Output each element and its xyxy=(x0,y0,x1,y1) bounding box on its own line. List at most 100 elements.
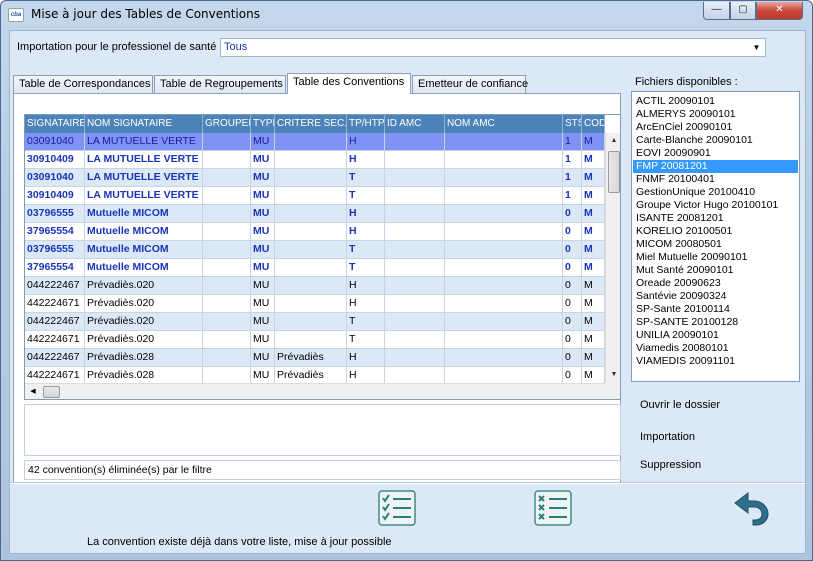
scroll-up-icon[interactable]: ▲ xyxy=(606,133,620,149)
tab-correspondances[interactable]: Table de Correspondances xyxy=(13,75,153,93)
cell-groupement xyxy=(203,277,251,295)
table-row[interactable]: 442224671 Prévadiès.020 MU T 0 M xyxy=(25,331,605,349)
list-item[interactable]: SP-Sante 20100114 xyxy=(633,303,798,316)
table-row[interactable]: 03091040 LA MUTUELLE VERTE MU T 1 M xyxy=(25,169,605,187)
files-label: Fichiers disponibles : xyxy=(635,76,738,88)
cell-sts: 1 xyxy=(563,187,582,205)
table-row[interactable]: 03091040 LA MUTUELLE VERTE MU H 1 M xyxy=(25,133,605,151)
column-header-signataire[interactable]: SIGNATAIRE xyxy=(25,115,85,133)
files-list[interactable]: ACTIL 20090101 ALMERYS 20090101 ArcEnCiel … xyxy=(631,91,800,382)
cell-type: MU xyxy=(251,187,275,205)
details-memo[interactable] xyxy=(24,404,621,456)
validate-button[interactable] xyxy=(377,489,417,527)
cell-critere xyxy=(275,187,347,205)
cell-sts: 1 xyxy=(563,133,582,151)
list-item[interactable]: FMP 20081201 xyxy=(633,160,798,173)
reject-button[interactable] xyxy=(533,489,573,527)
table-row[interactable]: 30910409 LA MUTUELLE VERTE MU H 1 M xyxy=(25,151,605,169)
table-row[interactable]: 30910409 LA MUTUELLE VERTE MU T 1 M xyxy=(25,187,605,205)
filter-status: 42 convention(s) éliminée(s) par le filt… xyxy=(24,460,621,480)
cell-code: M xyxy=(582,133,605,151)
table-row[interactable]: 37965554 Mutuelle MICOM MU H 0 M xyxy=(25,223,605,241)
list-item[interactable]: Miel Mutuelle 20090101 xyxy=(633,251,798,264)
scroll-down-icon[interactable]: ▼ xyxy=(606,367,620,383)
return-button[interactable] xyxy=(732,489,772,527)
scroll-left-icon[interactable]: ◀ xyxy=(25,384,41,399)
list-item[interactable]: GestionUnique 20100410 xyxy=(633,186,798,199)
list-item[interactable]: Santévie 20090324 xyxy=(633,290,798,303)
list-item[interactable]: Viamedis 20080101 xyxy=(633,342,798,355)
table-row[interactable]: 442224671 Prévadiès.020 MU H 0 M xyxy=(25,295,605,313)
list-item[interactable]: ALMERYS 20090101 xyxy=(633,108,798,121)
cell-nom-signataire: Prévadiès.028 xyxy=(85,349,203,367)
minimize-button[interactable]: — xyxy=(703,2,730,20)
column-header-nom-signataire[interactable]: NOM SIGNATAIRE xyxy=(85,115,203,133)
maximize-button[interactable]: ▢ xyxy=(730,2,756,20)
list-item[interactable]: MICOM 20080501 xyxy=(633,238,798,251)
list-item[interactable]: KORELIO 20100501 xyxy=(633,225,798,238)
cell-tp-htp: H xyxy=(347,277,385,295)
list-item[interactable]: SP-SANTE 20100128 xyxy=(633,316,798,329)
cell-nom-amc xyxy=(445,241,563,259)
cell-groupement xyxy=(203,331,251,349)
column-header-nom-amc[interactable]: NOM AMC xyxy=(445,115,563,133)
table-row[interactable]: 37965554 Mutuelle MICOM MU T 0 M xyxy=(25,259,605,277)
chevron-down-icon[interactable]: ▼ xyxy=(749,40,764,55)
delete-button[interactable]: Suppression xyxy=(640,459,701,471)
cell-id-amc xyxy=(385,133,445,151)
horizontal-scrollbar[interactable]: ◀ xyxy=(25,383,605,399)
close-button[interactable]: ✕ xyxy=(756,2,803,20)
column-header-type[interactable]: TYPE xyxy=(251,115,275,133)
column-header-sts[interactable]: STS xyxy=(563,115,582,133)
window-title: Mise à jour des Tables de Conventions xyxy=(31,7,260,21)
column-header-critere[interactable]: CRITERE SEC. xyxy=(275,115,347,133)
cell-signataire: 442224671 xyxy=(25,331,85,349)
cell-sts: 0 xyxy=(563,295,582,313)
column-header-code[interactable]: CODE xyxy=(582,115,605,133)
cell-code: M xyxy=(582,331,605,349)
cell-type: MU xyxy=(251,169,275,187)
professional-select[interactable]: Tous ▼ xyxy=(220,38,766,57)
vertical-scrollbar[interactable]: ▲ ▼ xyxy=(605,133,620,383)
open-folder-button[interactable]: Ouvrir le dossier xyxy=(640,399,720,411)
tab-regroupements[interactable]: Table de Regroupements xyxy=(154,75,286,93)
tab-emetteur[interactable]: Emetteur de confiance xyxy=(412,75,528,93)
return-arrow-icon xyxy=(734,491,769,526)
list-item[interactable]: Mut Santé 20090101 xyxy=(633,264,798,277)
cell-type: MU xyxy=(251,313,275,331)
cell-code: M xyxy=(582,169,605,187)
list-item[interactable]: ISANTE 20081201 xyxy=(633,212,798,225)
horizontal-scroll-thumb[interactable] xyxy=(43,386,60,398)
cell-groupement xyxy=(203,259,251,277)
table-row[interactable]: 03796555 Mutuelle MICOM MU T 0 M xyxy=(25,241,605,259)
list-item[interactable]: FNMF 20100401 xyxy=(633,173,798,186)
conventions-panel: SIGNATAIRENOM SIGNATAIREGROUPEMENTTYPECR… xyxy=(13,93,621,483)
table-row[interactable]: 044222467 Prévadiès.028 MU Prévadiès H 0 M xyxy=(25,349,605,367)
list-item[interactable]: ACTIL 20090101 xyxy=(633,95,798,108)
cell-id-amc xyxy=(385,223,445,241)
cell-code: M xyxy=(582,295,605,313)
column-header-id-amc[interactable]: ID AMC xyxy=(385,115,445,133)
table-row[interactable]: 03796555 Mutuelle MICOM MU H 0 M xyxy=(25,205,605,223)
tab-conventions[interactable]: Table des Conventions xyxy=(287,73,411,94)
cell-nom-amc xyxy=(445,313,563,331)
list-item[interactable]: ArcEnCiel 20090101 xyxy=(633,121,798,134)
list-item[interactable]: EOVI 20090901 xyxy=(633,147,798,160)
list-item[interactable]: VIAMEDIS 20091101 xyxy=(633,355,798,368)
cell-sts: 1 xyxy=(563,169,582,187)
list-item[interactable]: Groupe Victor Hugo 20100101 xyxy=(633,199,798,212)
cell-code: M xyxy=(582,205,605,223)
conventions-grid[interactable]: SIGNATAIRENOM SIGNATAIREGROUPEMENTTYPECR… xyxy=(24,114,621,400)
list-item[interactable]: Oreade 20090623 xyxy=(633,277,798,290)
import-button[interactable]: Importation xyxy=(640,431,695,443)
column-header-tp-htp[interactable]: TP/HTP xyxy=(347,115,385,133)
column-header-groupement[interactable]: GROUPEMENT xyxy=(203,115,251,133)
table-row[interactable]: 044222467 Prévadiès.020 MU T 0 M xyxy=(25,313,605,331)
table-row[interactable]: 044222467 Prévadiès.020 MU H 0 M xyxy=(25,277,605,295)
cell-nom-signataire: Prévadiès.020 xyxy=(85,331,203,349)
list-item[interactable]: UNILIA 20090101 xyxy=(633,329,798,342)
cell-nom-signataire: Prévadiès.020 xyxy=(85,277,203,295)
title-bar[interactable]: cba Mise à jour des Tables de Convention… xyxy=(1,1,812,29)
vertical-scroll-thumb[interactable] xyxy=(608,151,620,193)
list-item[interactable]: Carte-Blanche 20090101 xyxy=(633,134,798,147)
